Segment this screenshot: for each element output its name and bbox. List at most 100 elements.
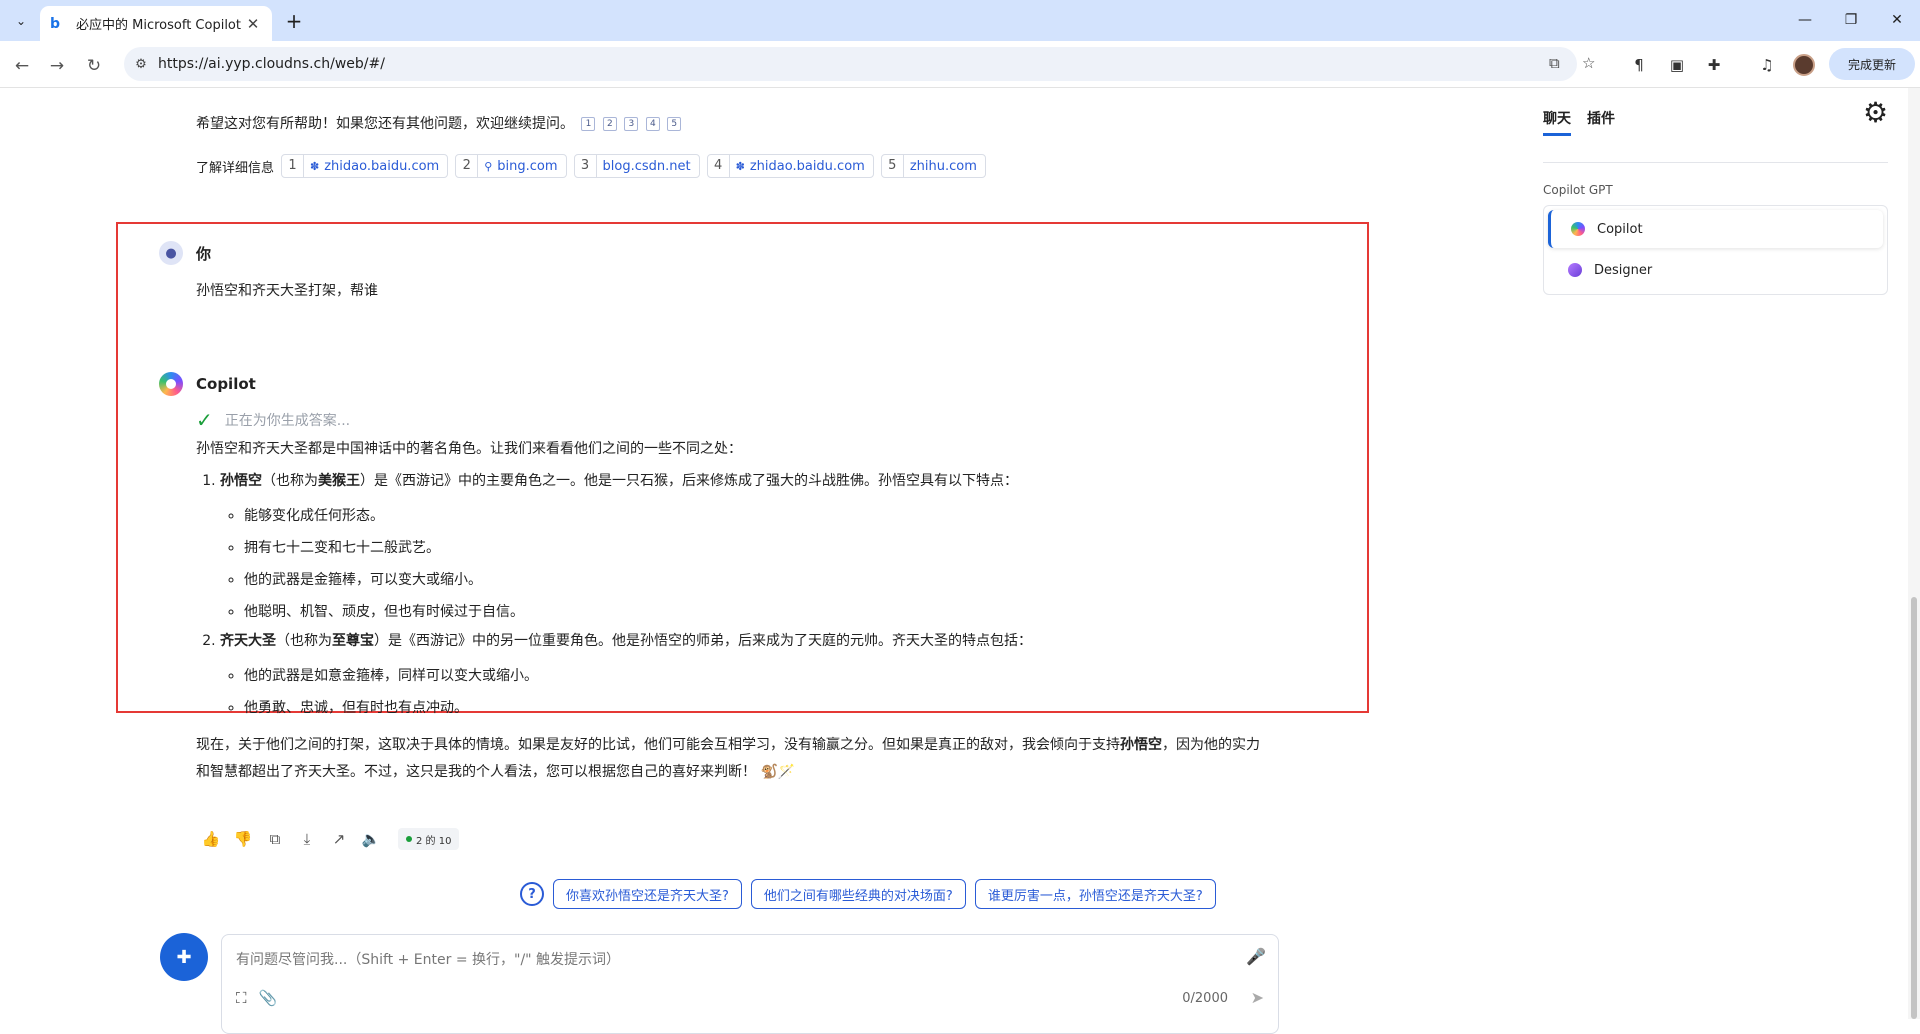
answer-list: 孙悟空（也称为美猴王）是《西游记》中的主要角色之一。他是一只石猴，后来修炼成了强… <box>220 470 1266 722</box>
trait-list: 他的武器是如意金箍棒，同样可以变大或缩小。 他勇敢、忠诚，但有时也有点冲动。 <box>244 662 1266 722</box>
bing-favicon-icon: b <box>50 15 61 32</box>
send-icon[interactable]: ➤ <box>1251 988 1264 1007</box>
chat-input[interactable] <box>236 949 1216 971</box>
copilot-logo-icon <box>159 372 183 396</box>
install-app-icon[interactable]: ⧉ <box>1549 54 1560 72</box>
chat-input-box: 🎤 ⛶ 📎 0/2000 ➤ <box>221 934 1279 1034</box>
generation-status: ✓ 正在为你生成答案... <box>196 408 350 432</box>
download-icon[interactable]: ⤓ <box>296 828 318 850</box>
citation-link[interactable]: 1 ✽ zhidao.baidu.com <box>281 154 449 178</box>
turn-counter: 2 的 10 <box>398 828 460 850</box>
profile-avatar[interactable] <box>1793 54 1815 76</box>
copilot-icon <box>1571 222 1585 236</box>
suggestion-chip[interactable]: 他们之间有哪些经典的对决场面? <box>750 879 966 909</box>
url-text: https://ai.yyp.cloudns.ch/web/#/ <box>158 56 385 72</box>
list-item: 他的武器是如意金箍棒，同样可以变大或缩小。 <box>244 662 1266 690</box>
speaker-icon[interactable]: 🔈 <box>360 828 382 850</box>
user-avatar-icon: ● <box>159 241 183 265</box>
learn-more-row: 了解详细信息 1 ✽ zhidao.baidu.com 2 ⚲ bing.com 3 bl… <box>196 154 986 178</box>
learn-more-label: 了解详细信息 <box>196 160 275 176</box>
update-button[interactable]: 完成更新 <box>1829 48 1915 80</box>
gpt-list: Copilot Designer <box>1543 205 1888 295</box>
section-label: Copilot GPT <box>1543 183 1613 197</box>
media-control-icon[interactable]: ♫ <box>1756 54 1778 76</box>
new-topic-button[interactable]: ✚ <box>160 933 208 981</box>
page-content: 希望这对您有所帮助！如果您还有其他问题，欢迎继续提问。 1 2 3 4 5 了解… <box>0 88 1920 1034</box>
gpt-label: Designer <box>1594 262 1653 278</box>
extension-icon[interactable]: ▣ <box>1666 54 1688 76</box>
user-name: 你 <box>196 245 212 263</box>
side-panel: 聊天 插件 ⚙ Copilot GPT Copilot Designer <box>1543 88 1888 295</box>
tab-title: 必应中的 Microsoft Copilot <box>76 18 241 33</box>
puzzle-extensions-icon[interactable]: ✚ <box>1703 54 1725 76</box>
status-dot <box>406 836 412 842</box>
paw-icon: ✽ <box>310 159 320 173</box>
restore-button[interactable]: ❐ <box>1828 4 1874 36</box>
reference-sup[interactable]: 4 <box>645 117 660 131</box>
reference-sup[interactable]: 5 <box>667 117 682 131</box>
emoji: 🐒🪄 <box>760 764 796 780</box>
answer-actions: 👍 👎 ⧉ ⤓ ↗ 🔈 2 的 10 <box>200 828 460 850</box>
attach-icon[interactable]: 📎 <box>259 989 278 1007</box>
gear-icon[interactable]: ⚙ <box>1863 96 1888 129</box>
checkmark-icon: ✓ <box>196 408 213 432</box>
share-icon[interactable]: ↗ <box>328 828 350 850</box>
address-bar[interactable]: ⚙ https://ai.yyp.cloudns.ch/web/#/ ⧉ ☆ <box>124 47 1595 81</box>
copy-icon[interactable]: ⧉ <box>264 828 286 850</box>
list-item: 他的武器是金箍棒，可以变大或缩小。 <box>244 566 1266 594</box>
copilot-answer: 孙悟空和齐天大圣都是中国神话中的著名角色。让我们来看看他们之间的一些不同之处： … <box>196 438 1266 786</box>
thumbs-up-icon[interactable]: 👍 <box>200 828 222 850</box>
char-count: 0/2000 <box>1182 991 1228 1006</box>
pilcrow-extension-icon[interactable]: ¶ <box>1628 54 1650 76</box>
reload-button[interactable]: ↻ <box>80 52 108 80</box>
citation-link[interactable]: 2 ⚲ bing.com <box>455 154 567 178</box>
list-item: 齐天大圣（也称为至尊宝）是《西游记》中的另一位重要角色。他是孙悟空的师弟，后来成… <box>220 630 1266 722</box>
minimize-button[interactable]: — <box>1782 4 1828 36</box>
suggestion-chip[interactable]: 你喜欢孙悟空还是齐天大圣? <box>553 879 742 909</box>
site-info-icon[interactable]: ⚙ <box>124 57 158 72</box>
close-window-button[interactable]: ✕ <box>1874 4 1920 36</box>
gpt-item-copilot[interactable]: Copilot <box>1548 210 1883 248</box>
screenshot-icon[interactable]: ⛶ <box>236 989 247 1007</box>
divider <box>1543 162 1888 163</box>
paw-icon: ✽ <box>735 159 745 173</box>
reference-sup[interactable]: 3 <box>624 117 639 131</box>
active-tab[interactable]: b 必应中的 Microsoft Copilot ✕ <box>40 6 272 41</box>
citation-link[interactable]: 5 zhihu.com <box>880 154 986 178</box>
list-item: 他聪明、机智、顽皮，但也有时候过于自信。 <box>244 598 1266 626</box>
thumbs-down-icon[interactable]: 👎 <box>232 828 254 850</box>
microphone-icon[interactable]: 🎤 <box>1246 947 1266 966</box>
list-item: 拥有七十二变和七十二般武艺。 <box>244 534 1266 562</box>
reference-sup[interactable]: 2 <box>602 117 617 131</box>
gpt-label: Copilot <box>1597 221 1643 237</box>
previous-answer-closing: 希望这对您有所帮助！如果您还有其他问题，欢迎继续提问。 1 2 3 4 5 <box>196 113 682 133</box>
side-tabs: 聊天 插件 <box>1543 108 1615 136</box>
reference-sup[interactable]: 1 <box>581 117 596 131</box>
gpt-item-designer[interactable]: Designer <box>1548 251 1883 289</box>
list-item: 能够变化成任何形态。 <box>244 502 1266 530</box>
bookmark-star-icon[interactable]: ☆ <box>1582 54 1595 72</box>
citation-link[interactable]: 3 blog.csdn.net <box>573 154 700 178</box>
search-icon: ⚲ <box>484 159 493 173</box>
back-button[interactable]: ← <box>8 52 36 80</box>
scrollbar-thumb[interactable] <box>1911 597 1917 1019</box>
copilot-name: Copilot <box>196 375 256 393</box>
list-item: 孙悟空（也称为美猴王）是《西游记》中的主要角色之一。他是一只石猴，后来修炼成了强… <box>220 470 1266 626</box>
trait-list: 能够变化成任何形态。 拥有七十二变和七十二般武艺。 他的武器是金箍棒，可以变大或… <box>244 502 1266 626</box>
status-text: 正在为你生成答案... <box>224 413 351 429</box>
forward-button[interactable]: → <box>43 52 71 80</box>
answer-intro: 孙悟空和齐天大圣都是中国神话中的著名角色。让我们来看看他们之间的一些不同之处： <box>196 441 742 457</box>
new-tab-button[interactable]: + <box>281 8 307 34</box>
tab-search-button[interactable]: ⌄ <box>8 8 34 34</box>
question-icon: ? <box>520 882 544 906</box>
citation-link[interactable]: 4 ✽ zhidao.baidu.com <box>706 154 874 178</box>
close-tab-icon[interactable]: ✕ <box>244 15 262 33</box>
tab-strip: ⌄ b 必应中的 Microsoft Copilot ✕ + — ❐ ✕ <box>0 0 1920 41</box>
user-question: 孙悟空和齐天大圣打架，帮谁 <box>196 283 378 299</box>
suggestion-chip[interactable]: 谁更厉害一点，孙悟空还是齐天大圣? <box>974 879 1216 909</box>
suggestion-row: ? 你喜欢孙悟空还是齐天大圣? 他们之间有哪些经典的对决场面? 谁更厉害一点，孙… <box>520 879 1216 909</box>
previous-answer-text: 希望这对您有所帮助！如果您还有其他问题，欢迎继续提问。 <box>196 116 574 132</box>
tab-chat[interactable]: 聊天 <box>1543 108 1571 136</box>
answer-closing: 现在，关于他们之间的打架，这取决于具体的情境。如果是友好的比试，他们可能会互相学… <box>196 737 1260 780</box>
tab-plugins[interactable]: 插件 <box>1587 108 1615 136</box>
